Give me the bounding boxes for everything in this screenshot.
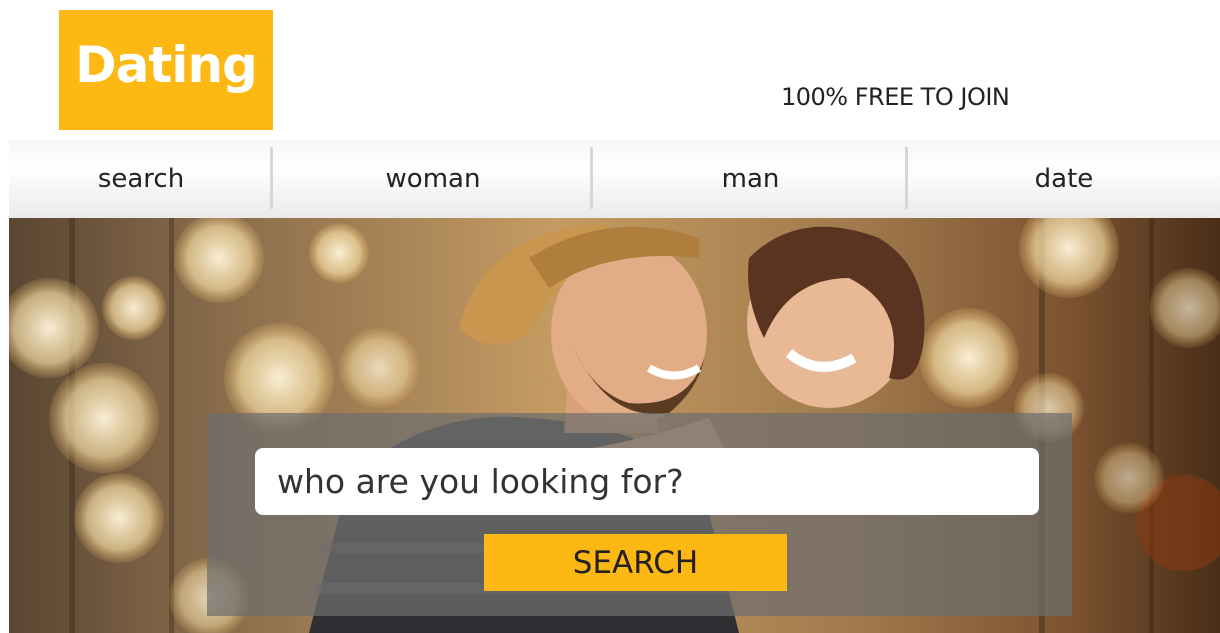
search-panel: SEARCH bbox=[207, 413, 1072, 616]
nav-item-date[interactable]: date bbox=[908, 140, 1220, 218]
site-header: Dating 100% FREE TO JOIN bbox=[0, 0, 1220, 140]
hero-banner: SEARCH bbox=[9, 218, 1220, 633]
search-button[interactable]: SEARCH bbox=[484, 534, 787, 591]
logo-text: Dating bbox=[75, 36, 258, 94]
tagline: 100% FREE TO JOIN bbox=[781, 83, 1010, 111]
search-input[interactable] bbox=[255, 448, 1039, 515]
nav-item-search[interactable]: search bbox=[9, 140, 273, 218]
main-nav: search woman man date bbox=[9, 140, 1220, 218]
nav-item-man[interactable]: man bbox=[593, 140, 908, 218]
nav-item-woman[interactable]: woman bbox=[273, 140, 593, 218]
logo[interactable]: Dating bbox=[59, 10, 273, 130]
